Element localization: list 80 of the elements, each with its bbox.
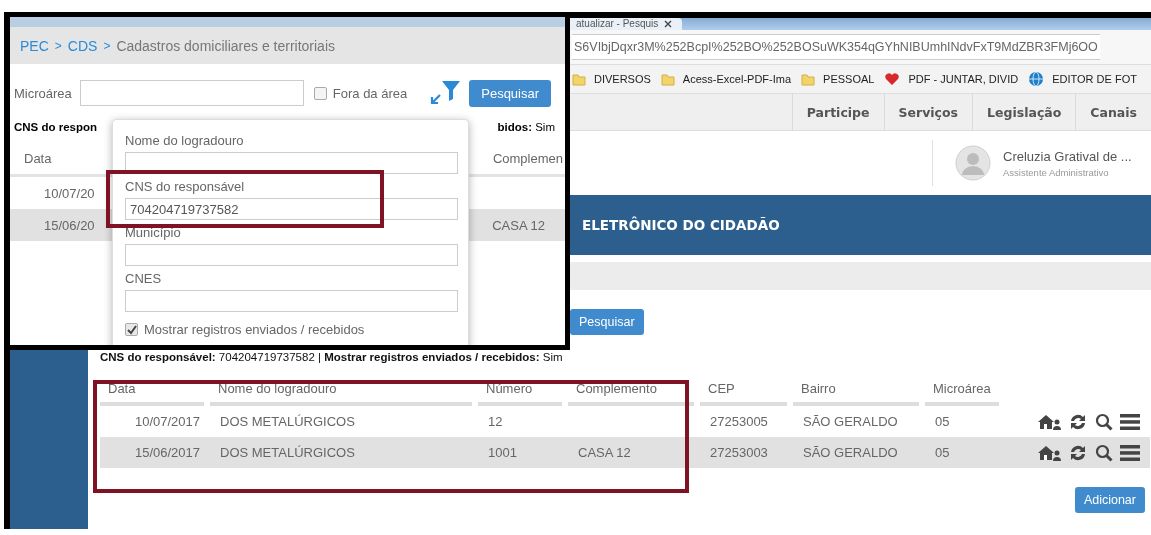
filter-icon[interactable] [429,79,462,107]
field-label: CNES [125,271,163,286]
avatar-icon [955,145,991,181]
table-cell-text: DOS METALÚRGICOS [219,445,356,460]
breadcrumb-separator: > [103,38,111,53]
checkbox[interactable] [125,323,138,336]
table-cell-text: 1001 [487,445,518,460]
outside-area-option[interactable]: Fora da área [313,85,408,101]
table-cell-text: 05 [934,445,951,460]
table-cell: CASA 12 [492,217,545,233]
bookmark[interactable]: Acess-Excel-PDF-Ima [660,72,792,86]
house-people-icon[interactable] [1037,412,1061,431]
table-cell-text: DOS METALÚRGICOS [219,414,356,429]
globe-icon [1028,71,1045,87]
bookmark[interactable]: PDF - JUNTAR, DIVID [884,72,1019,86]
table-cell: 15/06/20 [44,217,95,233]
refresh-icon[interactable] [1068,412,1088,431]
refresh-icon[interactable] [1068,443,1088,462]
column-header[interactable]: Complemento [568,375,694,406]
table-cell-text: 27253005 [709,414,769,429]
text-field[interactable] [125,290,458,312]
table-cell-text: 15/06/2017 [133,445,201,460]
bookmark[interactable]: DIVERSOS [572,72,651,86]
filter-summary: bidos: Sim [497,121,555,133]
table-cell-text: 12 [487,414,504,429]
search-button[interactable]: Pesquisar [469,79,552,107]
heart-icon [884,72,901,86]
menu-icon[interactable] [1120,443,1140,462]
table-row[interactable]: 10/07/2017 DOS METALÚRGICOS 12 27253005 SÃO GERALDO 05 [100,406,1150,437]
nav-link[interactable]: Participe [791,94,884,130]
folder-icon [660,72,675,86]
table-cell-text: 10/07/2017 [133,414,201,429]
house-people-icon[interactable] [1037,443,1061,462]
bookmark[interactable]: PESSOAL [801,72,875,86]
column-header[interactable]: CEP [700,375,787,406]
table-cell: 10/07/20 [44,185,95,201]
tab-title: atualizar - Pesquis [576,18,659,30]
table-cell-text: 05 [934,414,951,429]
field-label: CNS do responsável [125,179,246,194]
filter-summary: CNS do responsável: 704204719737582 | Mostrar registros enviados / recebidos: Sim [99,351,564,363]
nav-link[interactable]: Serviços [883,94,973,130]
breadcrumb-current: Cadastros domiciliares e territoriais [116,37,336,54]
folder-icon [801,72,816,86]
check-icon [126,324,137,335]
microarea-field[interactable] [79,80,304,106]
column-header[interactable]: Data [100,375,204,406]
folder-icon [572,72,586,86]
table-cell-text: CASA 12 [577,445,632,460]
table-row[interactable]: 15/06/2017 DOS METALÚRGICOS 1001 CASA 12 27253003 SÃO GERALDO 05 [100,437,1150,468]
column-header[interactable]: Bairro [793,375,919,406]
address-field[interactable]: S6VIbjDqxr3M%252BcpI%252BO%252BOSuWK354qGYhNIBUmhINdvFxT9MdZBR3FMj6OO [572,34,1100,60]
search-icon[interactable] [1095,412,1113,431]
show-sent-option[interactable]: Mostrar registros enviados / recebidos [125,322,458,337]
banner-title: ELETRÔNICO DO CIDADÃO [582,217,780,233]
text-field[interactable]: 704204719737582 [125,198,458,220]
field-label: Nome do logradouro [125,133,245,148]
nav-link[interactable]: Legislação [972,94,1076,130]
bookmark[interactable]: EDITOR DE FOT [1028,71,1137,87]
field-label: Município [125,225,182,240]
breadcrumb-separator: > [54,38,62,53]
column-header[interactable]: Nome do logradouro [210,375,472,406]
user-role: Assistente Administrativo [1003,166,1110,178]
filter-summary: CNS do respon [14,121,98,133]
text-field[interactable] [125,244,458,266]
menu-icon[interactable] [1120,412,1140,431]
column-header[interactable]: Complemen [492,151,563,174]
search-button[interactable]: Pesquisar [570,309,644,335]
field-label: Microárea [14,85,72,101]
user-name: Creluzia Gratival de ... [1003,148,1132,164]
table-cell-text: SÃO GERALDO [802,414,899,429]
close-icon[interactable] [664,20,673,28]
column-header[interactable]: Microárea [925,375,999,406]
nav-link[interactable]: Canais [1075,94,1151,130]
table-cell-text: SÃO GERALDO [802,445,899,460]
search-icon[interactable] [1095,443,1113,462]
column-header[interactable]: Data [24,151,52,174]
column-header[interactable]: Número [478,375,562,406]
checkbox[interactable] [313,86,327,100]
add-button[interactable]: Adicionar [1074,487,1145,513]
table-cell-text: 27253003 [709,445,769,460]
